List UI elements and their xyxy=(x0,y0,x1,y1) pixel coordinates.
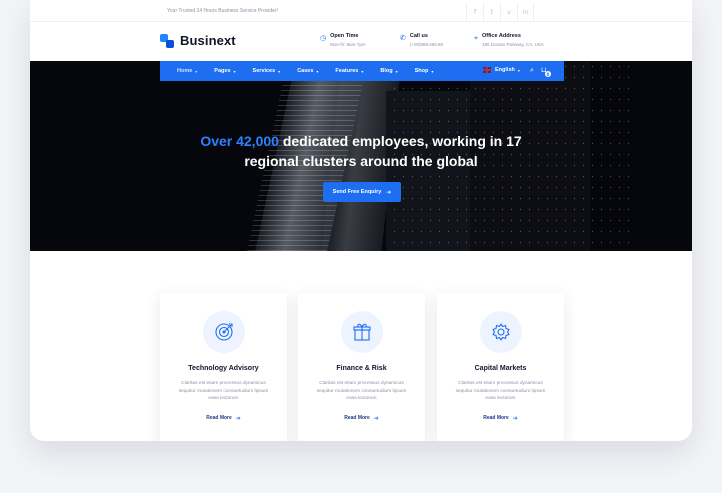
open-time-title: Open Time xyxy=(330,33,359,39)
hero-title-line2: regional clusters around the global xyxy=(244,153,478,169)
nav-item-shop[interactable]: Shop ▾ xyxy=(415,68,434,74)
card-title: Capital Markets xyxy=(474,365,527,372)
open-time-value: Mon-fri: 8am-7pm xyxy=(330,42,366,47)
call-us-info: ✆ Call us (+00)888.666.88 xyxy=(400,33,443,47)
send-enquiry-button[interactable]: Send Free Enquiry ➔ xyxy=(323,182,401,202)
language-label: English xyxy=(495,67,515,73)
office-info: ⌖ Office Address 185 Donato Parkway, CA,… xyxy=(474,33,544,47)
chevron-down-icon: ▾ xyxy=(517,67,520,73)
nav-item-cases[interactable]: Cases ▾ xyxy=(297,68,318,74)
call-us-title: Call us xyxy=(409,33,428,39)
service-card: Finance & Risk Claritas est etiam proces… xyxy=(298,293,425,441)
service-card: Capital Markets Claritas est etiam proce… xyxy=(437,293,564,441)
chevron-down-icon: ▾ xyxy=(316,68,319,74)
hero-title-rest: dedicated employees, working in 17 xyxy=(278,133,522,149)
hero-banner: Over 42,000 dedicated employees, working… xyxy=(30,61,692,251)
gear-icon xyxy=(479,311,522,353)
office-title: Office Address xyxy=(481,33,521,39)
card-description: Claritas est etiam processus dynamicus s… xyxy=(316,381,407,401)
arrow-right-icon: ➔ xyxy=(373,414,379,422)
send-enquiry-label: Send Free Enquiry xyxy=(332,189,382,195)
arrow-right-icon: ➔ xyxy=(235,414,241,422)
top-bar: Your Trusted 24 Hours Business Service P… xyxy=(30,0,692,22)
social-links: f t v in xyxy=(466,3,534,21)
facebook-icon[interactable]: f xyxy=(466,3,483,21)
twitter-icon[interactable]: t xyxy=(483,3,500,21)
target-icon xyxy=(202,311,245,353)
hero-highlight: Over 42,000 xyxy=(200,133,279,149)
main-nav: Home ▾ Pages ▾ Services ▾ Cases ▾ Features ▾ … xyxy=(160,61,564,81)
office-value: 185 Donato Parkway, CA, USA xyxy=(481,42,544,47)
card-title: Technology Advisory xyxy=(188,365,259,372)
card-description: Claritas est etiam processus dynamicus s… xyxy=(455,381,546,401)
clock-icon: ◷ xyxy=(320,34,327,42)
chevron-down-icon: ▾ xyxy=(431,68,434,74)
read-more-link[interactable]: Read More ➔ xyxy=(483,415,518,422)
chevron-down-icon: ▾ xyxy=(395,68,398,74)
arrow-right-icon: ➔ xyxy=(512,414,518,422)
chevron-down-icon: ▾ xyxy=(233,68,236,74)
cart-count-badge: 0 xyxy=(544,71,551,77)
call-us-value[interactable]: (+00)888.666.88 xyxy=(410,42,443,47)
cart-icon[interactable]: ⊔ 0 xyxy=(541,66,554,80)
read-more-link[interactable]: Read More ➔ xyxy=(206,415,241,422)
location-icon: ⌖ xyxy=(474,34,478,42)
chevron-down-icon: ▾ xyxy=(278,68,281,74)
arrow-right-icon: ➔ xyxy=(386,188,392,196)
read-more-link[interactable]: Read More ➔ xyxy=(344,415,379,422)
nav-item-services[interactable]: Services ▾ xyxy=(253,68,281,74)
nav-icons: ⌕ ⊔ 0 xyxy=(530,66,561,80)
card-description: Claritas est etiam processus dynamicus s… xyxy=(178,381,269,401)
tagline: Your Trusted 24 Hours Business Service P… xyxy=(167,8,278,14)
language-selector[interactable]: English ▾ xyxy=(483,67,520,73)
nav-item-blog[interactable]: Blog ▾ xyxy=(380,68,397,74)
nav-item-pages[interactable]: Pages ▾ xyxy=(214,68,235,74)
uk-flag-icon xyxy=(483,67,491,73)
phone-icon: ✆ xyxy=(400,34,406,42)
logo-text: Businext xyxy=(180,33,236,48)
linkedin-icon[interactable]: in xyxy=(517,3,534,21)
chevron-down-icon: ▾ xyxy=(195,68,198,74)
page-frame: Your Trusted 24 Hours Business Service P… xyxy=(30,0,692,441)
site-header: Businext ◷ Open Time Mon-fri: 8am-7pm ✆ … xyxy=(30,22,692,60)
search-icon[interactable]: ⌕ xyxy=(530,66,534,80)
logo[interactable]: Businext xyxy=(160,33,236,48)
nav-item-features[interactable]: Features ▾ xyxy=(335,68,363,74)
logo-icon xyxy=(160,33,174,48)
nav-item-home[interactable]: Home ▾ xyxy=(177,68,197,74)
open-time-info: ◷ Open Time Mon-fri: 8am-7pm xyxy=(320,33,366,47)
service-card: Technology Advisory Claritas est etiam p… xyxy=(160,293,287,441)
gift-icon xyxy=(340,311,383,353)
vimeo-icon[interactable]: v xyxy=(500,3,517,21)
chevron-down-icon: ▾ xyxy=(361,68,364,74)
hero-title: Over 42,000 dedicated employees, working… xyxy=(30,131,692,171)
card-title: Finance & Risk xyxy=(336,365,387,372)
